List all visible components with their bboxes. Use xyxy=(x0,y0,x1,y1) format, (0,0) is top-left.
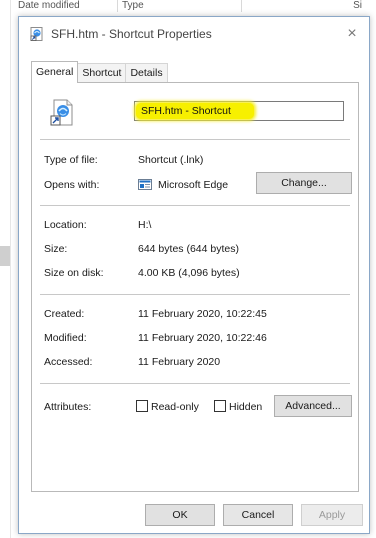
location-label: Location: xyxy=(44,219,87,231)
modified-value: 11 February 2020, 10:22:46 xyxy=(138,332,267,344)
column-size[interactable]: Si xyxy=(242,0,362,12)
opens-label: Opens with: xyxy=(44,179,100,191)
size-value: 644 bytes (644 bytes) xyxy=(138,243,239,255)
shortcut-file-icon xyxy=(30,27,43,41)
attributes-label: Attributes: xyxy=(44,401,92,413)
tab-details[interactable]: Details xyxy=(126,63,168,83)
readonly-checkbox[interactable] xyxy=(136,400,148,413)
created-label: Created: xyxy=(44,308,85,320)
advanced-button[interactable]: Advanced... xyxy=(274,395,352,417)
size-disk-value: 4.00 KB (4,096 bytes) xyxy=(138,267,240,279)
cancel-button[interactable]: Cancel xyxy=(223,504,293,526)
opens-value: Microsoft Edge xyxy=(158,179,229,191)
dialog-title: SFH.htm - Shortcut Properties xyxy=(51,27,212,41)
hidden-checkbox-group[interactable]: Hidden xyxy=(214,400,263,413)
column-type[interactable]: Type xyxy=(118,0,242,12)
separator xyxy=(40,205,350,206)
separator xyxy=(40,294,350,295)
created-value: 11 February 2020, 10:22:45 xyxy=(138,308,267,320)
tab-general[interactable]: General xyxy=(31,61,79,83)
separator xyxy=(40,383,350,384)
change-button[interactable]: Change... xyxy=(256,172,352,194)
properties-dialog: SFH.htm - Shortcut Properties × General … xyxy=(18,16,370,534)
type-value: Shortcut (.lnk) xyxy=(138,154,204,166)
close-button[interactable]: × xyxy=(341,23,363,45)
size-disk-label: Size on disk: xyxy=(44,267,104,279)
modified-label: Modified: xyxy=(44,332,87,344)
location-value: H:\ xyxy=(138,219,152,231)
close-icon: × xyxy=(347,25,357,42)
apply-button[interactable]: Apply xyxy=(301,504,363,526)
readonly-label: Read-only xyxy=(151,401,199,413)
column-date-modified[interactable]: Date modified xyxy=(14,0,118,12)
hidden-checkbox[interactable] xyxy=(214,400,226,413)
explorer-scrollbar-thumb[interactable] xyxy=(0,246,10,266)
shortcut-large-icon xyxy=(50,99,73,126)
opens-value-group: Microsoft Edge xyxy=(138,178,229,191)
file-name-value: SFH.htm - Shortcut xyxy=(141,105,231,117)
hidden-label: Hidden xyxy=(229,401,263,413)
file-name-input[interactable]: SFH.htm - Shortcut xyxy=(134,101,344,121)
edge-app-icon xyxy=(138,178,152,190)
separator xyxy=(40,139,350,140)
column-size-label: Si xyxy=(353,0,362,11)
general-panel: SFH.htm - Shortcut Type of file: Shortcu… xyxy=(31,82,359,492)
explorer-column-headers: Date modified Type Si xyxy=(14,0,376,12)
accessed-value: 11 February 2020 xyxy=(138,356,221,368)
title-bar[interactable]: SFH.htm - Shortcut Properties × xyxy=(19,17,369,51)
explorer-edge xyxy=(10,0,11,538)
readonly-checkbox-group[interactable]: Read-only xyxy=(136,400,199,413)
ok-button[interactable]: OK xyxy=(145,504,215,526)
tab-strip: General Shortcut Details xyxy=(31,61,168,83)
accessed-label: Accessed: xyxy=(44,356,93,368)
type-label: Type of file: xyxy=(44,154,98,166)
size-label: Size: xyxy=(44,243,68,255)
tab-shortcut[interactable]: Shortcut xyxy=(78,63,127,83)
